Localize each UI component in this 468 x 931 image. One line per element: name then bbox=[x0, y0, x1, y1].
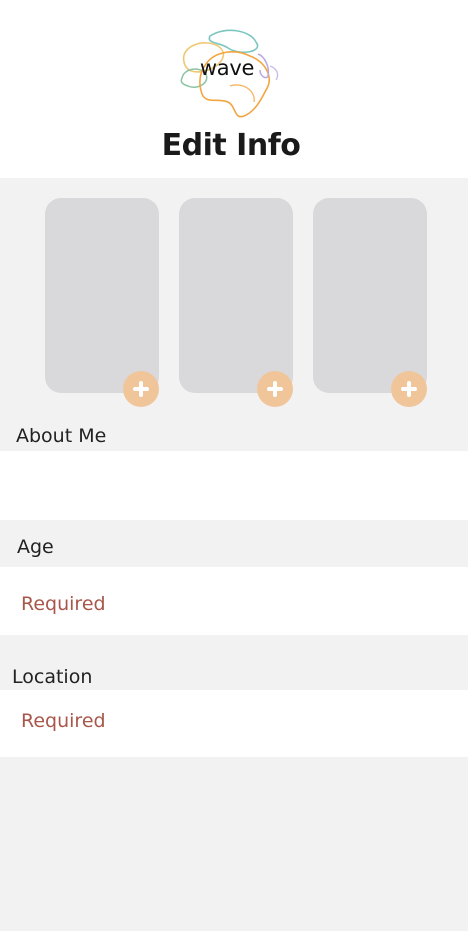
about-me-field[interactable] bbox=[0, 451, 468, 520]
page-title: Edit Info bbox=[161, 128, 301, 163]
logo-text: wave bbox=[199, 56, 255, 80]
photo-slot-3[interactable] bbox=[313, 198, 427, 393]
wave-logo: wave bbox=[170, 26, 284, 122]
add-photo-button-2[interactable] bbox=[257, 371, 293, 407]
photo-slot-1[interactable] bbox=[45, 198, 159, 393]
age-field[interactable]: Required bbox=[0, 567, 468, 635]
location-value: Required bbox=[21, 710, 106, 732]
location-field[interactable]: Required bbox=[0, 690, 468, 757]
add-photo-button-1[interactable] bbox=[123, 371, 159, 407]
age-value: Required bbox=[21, 593, 106, 615]
about-me-label: About Me bbox=[16, 425, 107, 447]
photo-slot-2[interactable] bbox=[179, 198, 293, 393]
add-photo-button-3[interactable] bbox=[391, 371, 427, 407]
location-label: Location bbox=[12, 666, 93, 688]
age-label: Age bbox=[17, 536, 54, 558]
edit-info-screen: wave Edit Info About Me Age Required Loc… bbox=[0, 0, 468, 931]
header: wave Edit Info bbox=[0, 0, 468, 178]
